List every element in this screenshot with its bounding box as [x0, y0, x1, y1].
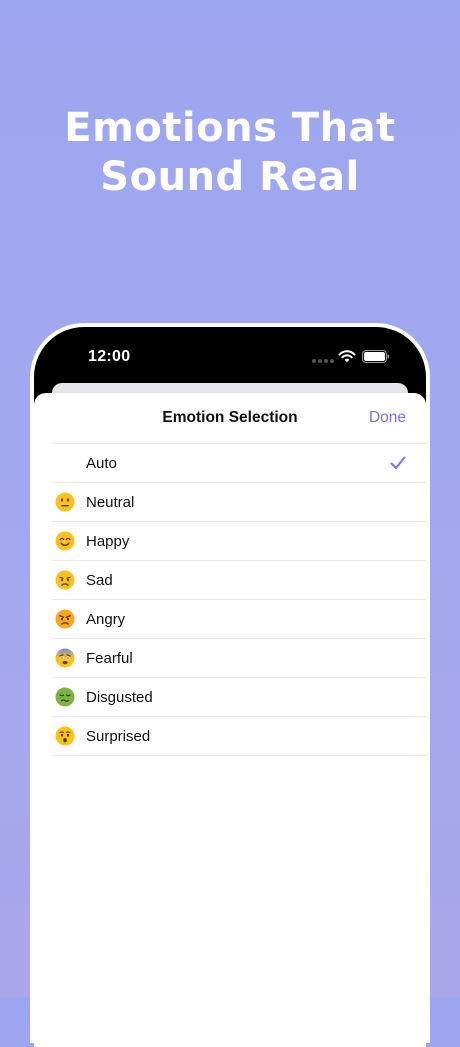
nauseated-face-icon: [55, 687, 75, 707]
emotion-item-neutral[interactable]: Neutral: [52, 483, 426, 522]
crying-face-icon: [55, 570, 75, 590]
emotion-item-auto[interactable]: Auto: [52, 444, 426, 483]
headline: Emotions That Sound Real: [0, 104, 460, 202]
emotion-label: Surprised: [86, 728, 151, 745]
neutral-face-icon: [55, 492, 75, 512]
battery-icon: [362, 350, 390, 363]
emotion-item-surprised[interactable]: Surprised: [52, 717, 426, 756]
signal-dots-icon: [312, 359, 334, 363]
sheet-title: Emotion Selection: [162, 409, 298, 426]
emotion-selection-sheet: Emotion Selection Done Auto Neutral Happ…: [34, 393, 426, 1047]
phone-frame: 12:00 Emotion Selection Done Auto Neutra…: [30, 323, 430, 1047]
emotion-item-fearful[interactable]: Fearful: [52, 639, 426, 678]
emotion-list: Auto Neutral Happy Sad Angry Fearful Dis…: [52, 443, 426, 756]
angry-face-icon: [55, 609, 75, 629]
headline-line-1: Emotions That: [64, 105, 396, 151]
headline-line-2: Sound Real: [100, 154, 360, 200]
emotion-item-sad[interactable]: Sad: [52, 561, 426, 600]
emotion-item-happy[interactable]: Happy: [52, 522, 426, 561]
wifi-icon: [338, 350, 356, 363]
emotion-label: Sad: [86, 572, 113, 589]
emotion-label: Happy: [86, 533, 130, 550]
emotion-label: Angry: [86, 611, 126, 628]
emotion-label: Auto: [86, 455, 117, 472]
emotion-label: Fearful: [86, 650, 133, 667]
emotion-label: Neutral: [86, 494, 135, 511]
emotion-item-disgusted[interactable]: Disgusted: [52, 678, 426, 717]
surprised-face-icon: [55, 726, 75, 746]
emotion-item-angry[interactable]: Angry: [52, 600, 426, 639]
smiling-face-icon: [55, 531, 75, 551]
emotion-label: Disgusted: [86, 689, 153, 706]
phone-screen: 12:00 Emotion Selection Done Auto Neutra…: [34, 327, 426, 1047]
checkmark-icon: [390, 456, 406, 469]
fearful-face-icon: [55, 648, 75, 668]
status-time: 12:00: [88, 348, 131, 365]
done-button[interactable]: Done: [369, 409, 406, 427]
